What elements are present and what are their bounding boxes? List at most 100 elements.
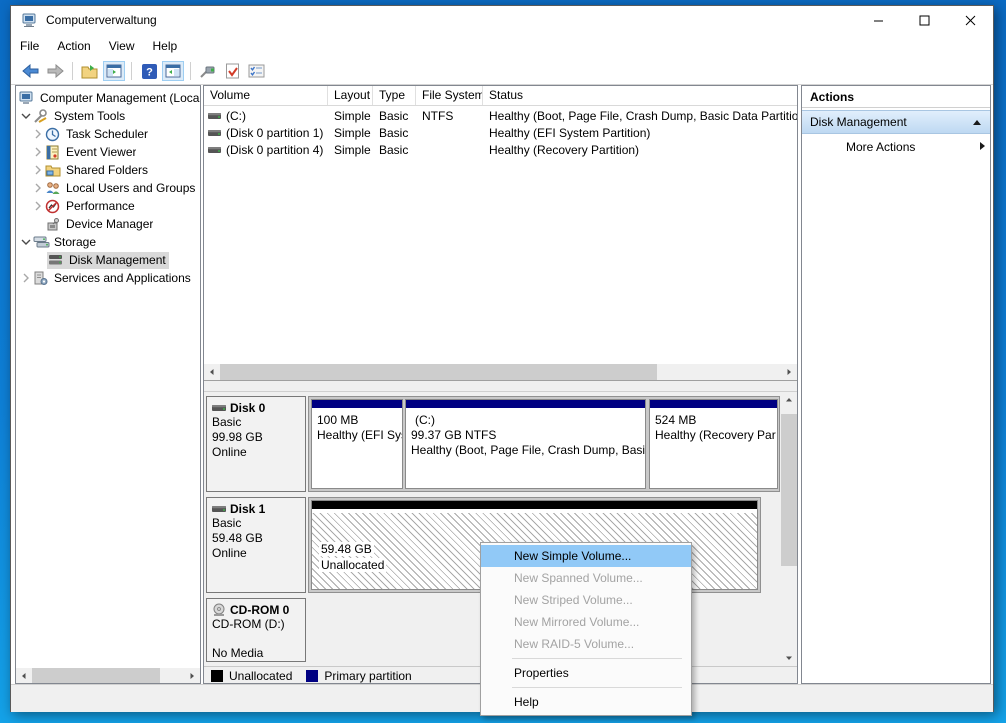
tree-item-shared-folders[interactable]: Shared Folders [16, 161, 200, 179]
primary-partition-legend-swatch [306, 670, 318, 682]
tree-horizontal-scrollbar[interactable] [16, 668, 200, 683]
tree-item-device-manager[interactable]: Device Manager [16, 215, 200, 233]
export-folder-icon[interactable] [79, 61, 101, 81]
more-actions-item[interactable]: More Actions [802, 134, 990, 160]
column-header-status[interactable]: Status [483, 86, 797, 105]
help-icon[interactable]: ? [138, 61, 160, 81]
tree-item-task-scheduler[interactable]: Task Scheduler [16, 125, 200, 143]
tree-item-system-tools[interactable]: System Tools [16, 107, 200, 125]
menu-item-new-raid5-volume: New RAID-5 Volume... [481, 633, 691, 655]
checklist-icon[interactable] [245, 61, 267, 81]
scroll-left-icon[interactable] [204, 364, 220, 380]
column-header-volume[interactable]: Volume [204, 86, 328, 105]
scroll-up-icon[interactable] [781, 392, 797, 408]
chevron-collapsed-icon[interactable] [31, 127, 45, 141]
computer-icon [19, 91, 36, 106]
volume-icon [208, 110, 222, 122]
menu-help[interactable]: Help [144, 35, 187, 57]
menu-item-new-mirrored-volume: New Mirrored Volume... [481, 611, 691, 633]
disk-icon [212, 403, 227, 413]
volume-row-partition1[interactable]: (Disk 0 partition 1) Simple Basic Health… [204, 124, 797, 141]
services-icon [33, 271, 50, 286]
disk1-size: 59.48 GB [212, 531, 303, 546]
menu-item-properties[interactable]: Properties [481, 662, 691, 684]
tree-item-disk-management[interactable]: Disk Management [16, 251, 200, 269]
cdrom-label[interactable]: CD-ROM 0 CD-ROM (D:) No Media [206, 598, 306, 662]
storage-icon [33, 235, 50, 250]
menu-item-new-spanned-volume: New Spanned Volume... [481, 567, 691, 589]
computer-icon [22, 13, 38, 28]
graphical-view-vertical-scrollbar[interactable] [781, 392, 797, 666]
snapin-tool-icon[interactable] [197, 61, 219, 81]
chevron-collapsed-icon[interactable] [19, 271, 33, 285]
tree-item-performance[interactable]: Performance [16, 197, 200, 215]
maximize-icon[interactable] [901, 6, 947, 34]
column-header-type[interactable]: Type [373, 86, 416, 105]
scroll-right-icon[interactable] [184, 668, 200, 683]
volume-list-horizontal-scrollbar[interactable] [204, 364, 797, 380]
pane-splitter[interactable] [204, 380, 797, 392]
disk1-label[interactable]: Disk 1 Basic 59.48 GB Online [206, 497, 306, 593]
chevron-collapsed-icon[interactable] [31, 181, 45, 195]
menu-separator [512, 658, 682, 659]
scrollbar-thumb[interactable] [220, 364, 657, 380]
tree-item-computer-management[interactable]: Computer Management (Local [16, 89, 200, 107]
tree-item-services-and-applications[interactable]: Services and Applications [16, 269, 200, 287]
scroll-down-icon[interactable] [781, 650, 797, 666]
partition-c[interactable]: (C:) 99.37 GB NTFS Healthy (Boot, Page F… [405, 399, 646, 489]
scrollbar-thumb[interactable] [32, 668, 160, 683]
disk0-partitions-strip: 100 MB Healthy (EFI Sys (C:) 99.37 GB NT… [308, 396, 780, 492]
primary-partition-legend-label: Primary partition [324, 669, 411, 683]
toolbar-separator [72, 62, 73, 80]
show-action-pane-icon[interactable] [162, 61, 184, 81]
chevron-expanded-icon[interactable] [19, 235, 33, 249]
scroll-left-icon[interactable] [16, 668, 32, 683]
menu-item-new-simple-volume[interactable]: New Simple Volume... [481, 545, 691, 567]
back-icon[interactable] [20, 61, 42, 81]
collapse-caret-icon[interactable] [972, 115, 982, 129]
document-check-icon[interactable] [221, 61, 243, 81]
desktop: Computerverwaltung File Action View Help [0, 0, 1006, 723]
volume-icon [208, 144, 222, 156]
actions-group-disk-management[interactable]: Disk Management [802, 110, 990, 134]
scroll-right-icon[interactable] [781, 364, 797, 380]
chevron-collapsed-icon[interactable] [31, 145, 45, 159]
cdrom-state: No Media [212, 646, 303, 661]
menubar: File Action View Help [11, 34, 993, 58]
show-console-tree-icon[interactable] [103, 61, 125, 81]
menu-file[interactable]: File [11, 35, 48, 57]
forward-icon[interactable] [44, 61, 66, 81]
minimize-icon[interactable] [855, 6, 901, 34]
chevron-expanded-icon[interactable] [19, 109, 33, 123]
disk0-row: Disk 0 Basic 99.98 GB Online 100 MB [204, 396, 783, 492]
primary-partition-band [406, 400, 645, 410]
cdrom-kind: CD-ROM (D:) [212, 617, 303, 632]
console-tree-pane: Computer Management (Local System Tools [15, 85, 201, 684]
volume-row-c[interactable]: (C:) Simple Basic NTFS Healthy (Boot, Pa… [204, 107, 797, 124]
menu-item-help[interactable]: Help [481, 691, 691, 713]
menu-action[interactable]: Action [48, 35, 99, 57]
unallocated-space-context-menu: New Simple Volume... New Spanned Volume.… [480, 542, 692, 716]
tree-item-local-users-and-groups[interactable]: Local Users and Groups [16, 179, 200, 197]
close-icon[interactable] [947, 6, 993, 34]
chevron-collapsed-icon[interactable] [31, 199, 45, 213]
disk1-kind: Basic [212, 516, 303, 531]
chevron-collapsed-icon[interactable] [31, 163, 45, 177]
disk0-label[interactable]: Disk 0 Basic 99.98 GB Online [206, 396, 306, 492]
toolbar-separator [131, 62, 132, 80]
partition-recovery[interactable]: 524 MB Healthy (Recovery Par [649, 399, 778, 489]
volume-row-partition4[interactable]: (Disk 0 partition 4) Simple Basic Health… [204, 141, 797, 158]
shared-folders-icon [45, 163, 62, 178]
tree-item-storage[interactable]: Storage [16, 233, 200, 251]
unallocated-legend-label: Unallocated [229, 669, 292, 683]
scrollbar-thumb[interactable] [781, 414, 797, 566]
cdrom-icon [212, 603, 227, 617]
volume-list-header: Volume Layout Type File System Status [204, 86, 797, 106]
menu-view[interactable]: View [100, 35, 144, 57]
partition-efi[interactable]: 100 MB Healthy (EFI Sys [311, 399, 403, 489]
column-header-file-system[interactable]: File System [416, 86, 483, 105]
selected-tree-item: Disk Management [47, 252, 169, 269]
performance-icon [45, 199, 62, 214]
column-header-layout[interactable]: Layout [328, 86, 373, 105]
tree-item-event-viewer[interactable]: Event Viewer [16, 143, 200, 161]
